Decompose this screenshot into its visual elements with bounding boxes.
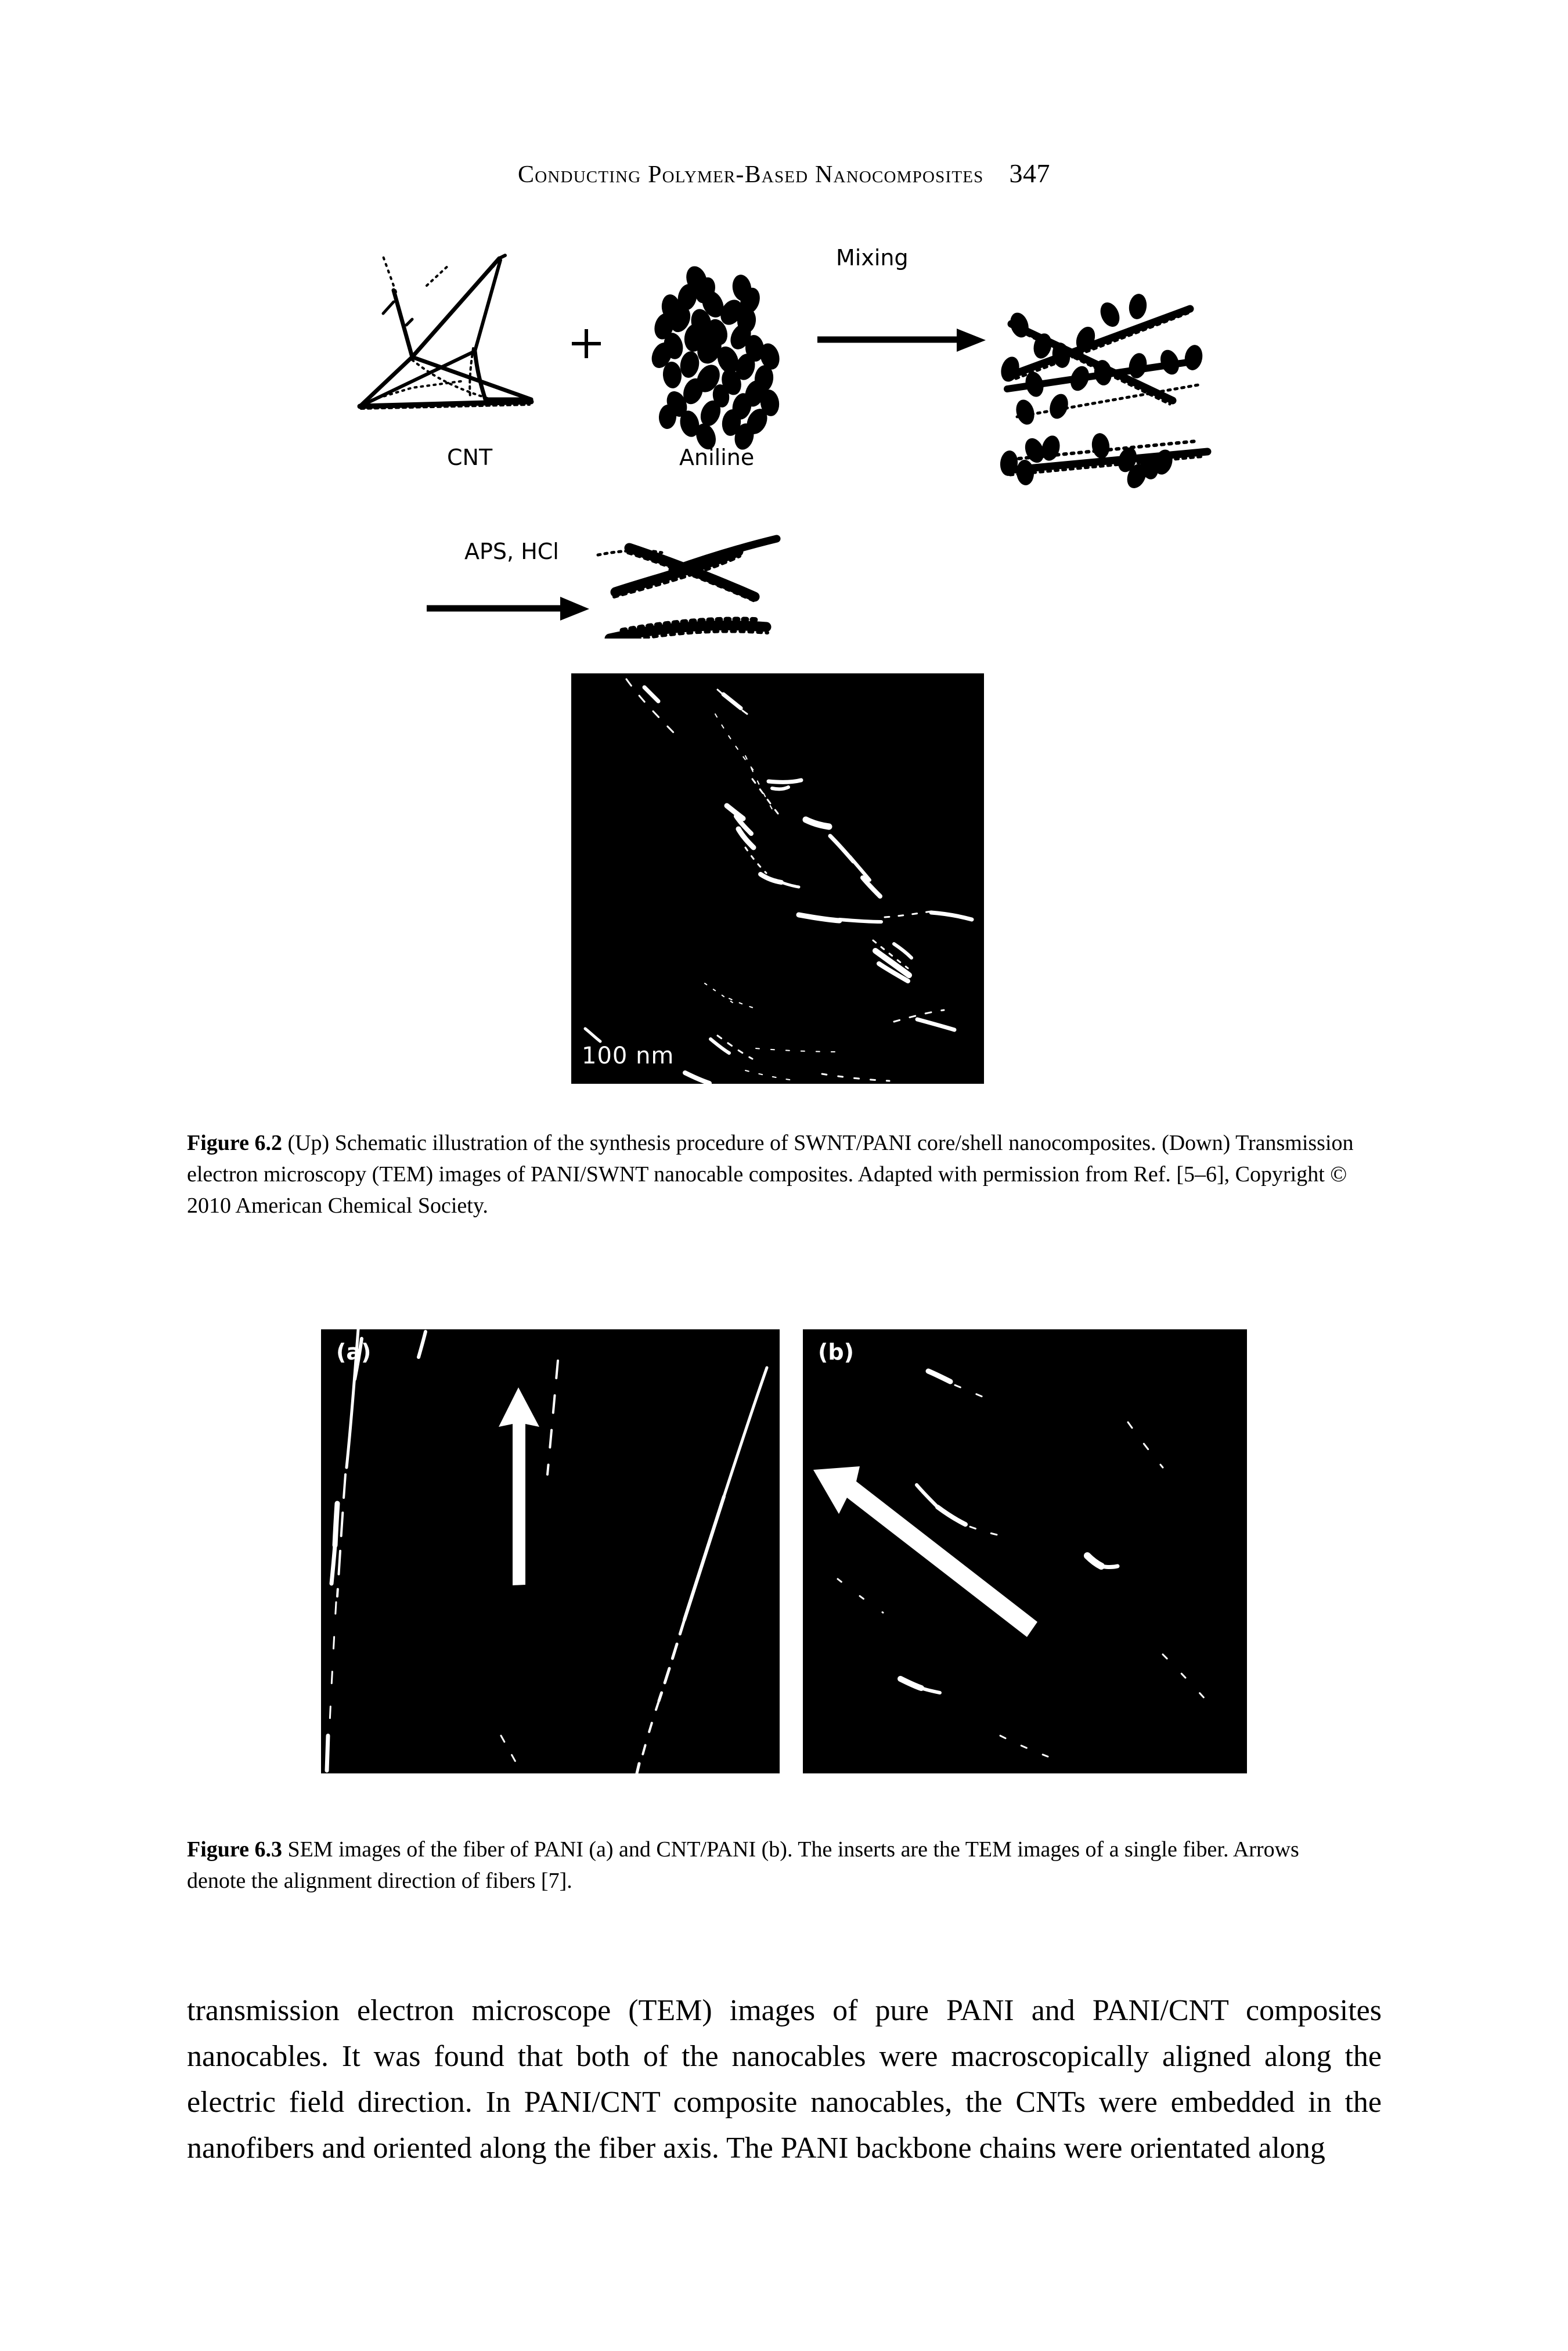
tem-scale-bar-label: 100 nm bbox=[582, 1043, 675, 1069]
running-head-title: Conducting Polymer-Based Nanocomposites bbox=[518, 161, 984, 188]
aniline-monomer-cluster bbox=[651, 266, 780, 450]
schematic-label-cnt: CNT bbox=[447, 445, 493, 470]
cnt-bundle-illustration bbox=[357, 254, 534, 410]
aps-hcl-arrow bbox=[427, 597, 589, 621]
figure-6-2-tem-micrograph: 100 nm bbox=[571, 673, 984, 1084]
sem-panel-a-features bbox=[321, 1329, 780, 1773]
figure-6-3-caption-text: SEM images of the fiber of PANI (a) and … bbox=[187, 1837, 1299, 1893]
figure-6-3-caption: Figure 6.3 SEM images of the fiber of PA… bbox=[187, 1834, 1354, 1897]
figure-6-2-caption-text: (Up) Schematic illustration of the synth… bbox=[187, 1131, 1354, 1218]
figure-6-2-caption-label: Figure 6.2 bbox=[187, 1131, 282, 1155]
cnt-aniline-composite-illustration bbox=[1000, 294, 1212, 489]
running-head: Conducting Polymer-Based Nanocomposites 3… bbox=[0, 158, 1568, 189]
plus-sign bbox=[572, 329, 601, 358]
schematic-label-mixing: Mixing bbox=[836, 245, 909, 271]
figure-6-3-panel-b: (b) bbox=[803, 1329, 1247, 1773]
figure-6-3-caption-label: Figure 6.3 bbox=[187, 1837, 282, 1862]
schematic-drawing bbox=[357, 254, 1212, 639]
nanocable-product-illustration bbox=[596, 535, 781, 639]
mixing-arrow bbox=[817, 329, 986, 352]
body-paragraph: transmission electron microscope (TEM) i… bbox=[187, 1994, 1382, 2165]
figure-6-2-schematic: CNT Aniline Mixing APS, HCl bbox=[325, 232, 1254, 639]
page-number: 347 bbox=[1009, 158, 1050, 188]
figure-6-3-panel-a: (a) bbox=[321, 1329, 780, 1773]
panel-tag-a: (a) bbox=[336, 1339, 372, 1365]
schematic-label-aniline: Aniline bbox=[679, 445, 755, 470]
tem-micrograph-features bbox=[571, 673, 984, 1084]
figure-6-2-caption: Figure 6.2 (Up) Schematic illustration o… bbox=[187, 1128, 1383, 1222]
sem-panel-b-features bbox=[803, 1329, 1247, 1773]
panel-tag-b: (b) bbox=[818, 1339, 854, 1365]
schematic-label-aps-hcl: APS, HCl bbox=[464, 539, 559, 564]
